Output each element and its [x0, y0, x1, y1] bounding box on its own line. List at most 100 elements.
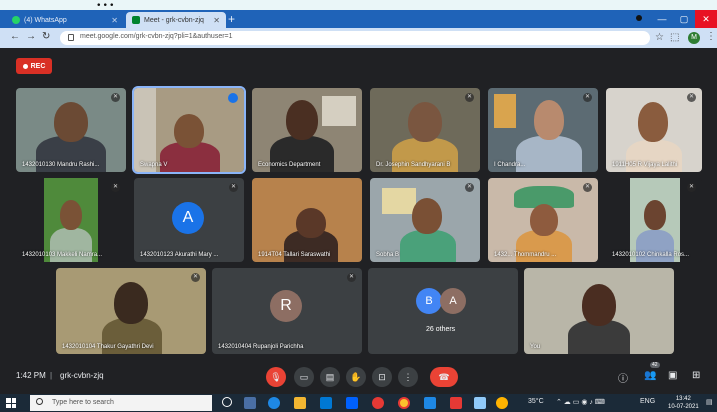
person-face — [60, 200, 82, 230]
participant-tile[interactable]: ✕ Sobha B — [370, 178, 480, 262]
participant-name: 1432010104 Thakur Gayathri Devi — [62, 344, 154, 350]
minimize-button[interactable]: — — [651, 10, 673, 28]
people-count-badge: 42 — [650, 362, 660, 368]
language-indicator[interactable]: ENG — [640, 398, 655, 405]
search-placeholder: Type here to search — [52, 399, 114, 406]
participant-tile-active[interactable]: Swapna V — [132, 86, 246, 174]
meeting-code: grk-cvbn-zjq — [60, 371, 104, 380]
address-bar: ← → ↻ meet.google.com/grk-cvbn-zjq?pli=1… — [0, 28, 717, 48]
others-tile[interactable]: B A 26 others — [368, 268, 518, 354]
present-button[interactable]: ⊡ — [372, 367, 392, 387]
taskbar-clock[interactable]: 13:42 10-07-2021 — [668, 395, 699, 411]
speaking-icon — [228, 93, 238, 103]
tab-meet[interactable]: Meet - grk-cvbn-zjq ✕ — [126, 12, 226, 28]
present-icon: ⊡ — [378, 371, 386, 382]
mic-off-icon: 🎙 — [270, 371, 282, 382]
screen: ... (4) WhatsApp ✕ Meet - grk-cvbn-zjq ✕… — [0, 0, 717, 412]
store-icon[interactable] — [320, 397, 332, 409]
participant-tile[interactable]: ✕ 1432010103 Makkeli Namra... — [16, 178, 126, 262]
participant-name: 1432... Thommandru ... — [494, 252, 557, 258]
pdf-icon[interactable] — [450, 397, 462, 409]
participant-tile[interactable]: ✕ 1432010130 Mandru Rashi... — [16, 88, 126, 172]
participant-name: Swapna V — [140, 162, 168, 168]
bookmark-star-icon[interactable]: ☆ — [655, 32, 664, 43]
people-icon[interactable]: 👥 — [644, 370, 656, 381]
chrome-icon[interactable] — [398, 397, 410, 409]
participant-name: 1911H05 R Vijaya Lalithi — [612, 162, 678, 168]
maximize-button[interactable]: ▢ — [673, 10, 695, 28]
edge-icon[interactable] — [268, 397, 280, 409]
person-face — [114, 282, 148, 324]
participant-tile[interactable]: 1914T04 Tallari Saraswathi — [252, 178, 362, 262]
mic-off-icon: ✕ — [229, 183, 238, 192]
cortana-icon[interactable] — [222, 397, 232, 407]
participant-tile[interactable]: R ✕ 1432010404 Rupanjoli Parichha — [212, 268, 362, 354]
participant-tile[interactable]: ✕ Dr. Josephin Sandhyarani B — [370, 88, 480, 172]
forward-arrow-icon[interactable]: → — [26, 31, 36, 42]
avatar: B — [416, 288, 442, 314]
meeting-controls: 1:42 PM | grk-cvbn-zjq 🎙 ▭ ▤ ✋ ⊡ ⋮ ☎ ⓘ 👥… — [0, 362, 717, 392]
participant-name: Economics Department — [258, 162, 321, 168]
participant-tile[interactable]: ✕ 1432010102 Chinkalla Ros... — [606, 178, 702, 262]
leave-call-button[interactable]: ☎ — [430, 367, 458, 387]
clock-time: 1:42 PM — [16, 371, 46, 380]
caption-strip: ... — [0, 0, 717, 10]
participant-tile[interactable]: A ✕ 1432010123 Akurathi Mary ... — [134, 178, 244, 262]
background-photos — [322, 96, 356, 126]
chat-icon[interactable]: ▣ — [668, 370, 677, 381]
mic-off-icon: ✕ — [111, 183, 120, 192]
dropbox-icon[interactable] — [346, 397, 358, 409]
url-field[interactable]: meet.google.com/grk-cvbn-zjq?pli=1&authu… — [60, 31, 650, 45]
media-app-icon[interactable] — [372, 397, 384, 409]
reload-icon[interactable]: ↻ — [42, 31, 50, 42]
close-tab-icon[interactable]: ✕ — [111, 16, 118, 25]
info-icon[interactable]: ⓘ — [618, 370, 628, 385]
weather-icon[interactable] — [496, 397, 508, 409]
person-figure — [516, 136, 582, 172]
participant-tile[interactable]: ✕ I Chandra... — [488, 88, 598, 172]
notification-icon[interactable]: ▤ — [706, 398, 713, 406]
extensions-icon[interactable]: ⬚ — [670, 32, 679, 43]
caption-text: ... — [96, 0, 116, 10]
person-face — [638, 102, 668, 142]
more-options-button[interactable]: ⋮ — [398, 367, 418, 387]
word-icon[interactable] — [424, 397, 436, 409]
person-face — [54, 102, 88, 142]
participant-tile[interactable]: ✕ 1911H05 R Vijaya Lalithi — [606, 88, 702, 172]
captions-button[interactable]: ▤ — [320, 367, 340, 387]
clock-date-label: 10-07-2021 — [668, 404, 699, 410]
person-face — [296, 208, 326, 238]
mic-off-icon: ✕ — [347, 273, 356, 282]
mic-off-icon: ✕ — [465, 183, 474, 192]
mic-toggle-button[interactable]: 🎙 — [266, 367, 286, 387]
meet-icon — [132, 16, 140, 24]
camera-toggle-button[interactable]: ▭ — [294, 367, 314, 387]
lock-icon — [68, 34, 74, 41]
back-arrow-icon[interactable]: ← — [10, 31, 20, 42]
browser-menu-icon[interactable]: ⋮ — [706, 31, 716, 42]
participant-tile[interactable]: Economics Department — [252, 88, 362, 172]
profile-avatar[interactable]: M — [688, 32, 700, 44]
person-face — [174, 114, 204, 148]
temperature: 35°C — [528, 398, 544, 405]
self-tile[interactable]: You — [524, 268, 674, 354]
taskbar-search[interactable]: Type here to search — [30, 395, 212, 411]
photos-icon[interactable] — [474, 397, 486, 409]
tray-icons[interactable]: ⌃ ☁ ▭ ◉ ♪ ⌨ — [556, 398, 605, 406]
close-tab-icon[interactable]: ✕ — [213, 16, 220, 25]
participant-tile[interactable]: ✕ 1432010104 Thakur Gayathri Devi — [56, 268, 206, 354]
file-explorer-icon[interactable] — [294, 397, 306, 409]
activities-icon[interactable]: ⊞ — [692, 370, 700, 381]
raise-hand-button[interactable]: ✋ — [346, 367, 366, 387]
participant-tile[interactable]: ✕ 1432... Thommandru ... — [488, 178, 598, 262]
tab-whatsapp[interactable]: (4) WhatsApp ✕ — [6, 12, 124, 28]
close-window-button[interactable]: ✕ — [695, 10, 717, 28]
participant-name: 1432010404 Rupanjoli Parichha — [218, 344, 304, 350]
windows-start-button[interactable] — [6, 398, 16, 408]
task-view-icon[interactable] — [244, 397, 256, 409]
participant-name: 1914T04 Tallari Saraswathi — [258, 252, 331, 258]
participant-name: 1432010103 Makkeli Namra... — [22, 252, 103, 258]
person-face — [408, 102, 442, 142]
new-tab-button[interactable]: + — [228, 12, 235, 26]
background-shelf — [134, 88, 156, 172]
